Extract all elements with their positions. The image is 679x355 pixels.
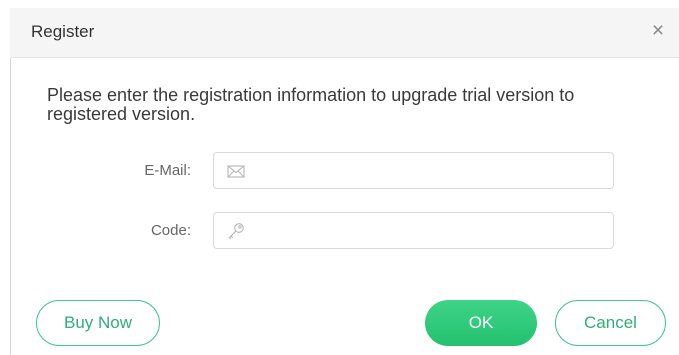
- dialog-title: Register: [31, 22, 95, 41]
- key-icon: [226, 221, 246, 241]
- email-label: E-Mail:: [144, 162, 191, 179]
- code-field[interactable]: [213, 212, 614, 249]
- email-field[interactable]: [213, 152, 614, 189]
- close-icon[interactable]: ×: [647, 20, 669, 42]
- buy-now-button[interactable]: Buy Now: [36, 300, 160, 346]
- dialog-title-bar: Register ×: [10, 8, 679, 58]
- code-input[interactable]: [258, 218, 603, 244]
- email-input[interactable]: [258, 158, 603, 184]
- dialog-border: [10, 58, 11, 355]
- instruction-text: Please enter the registration informatio…: [47, 85, 575, 124]
- code-label: Code:: [150, 222, 191, 239]
- ok-button[interactable]: OK: [425, 300, 537, 346]
- cancel-button[interactable]: Cancel: [555, 300, 666, 346]
- envelope-icon: [226, 161, 246, 181]
- register-dialog: Register × Please enter the registration…: [0, 0, 679, 355]
